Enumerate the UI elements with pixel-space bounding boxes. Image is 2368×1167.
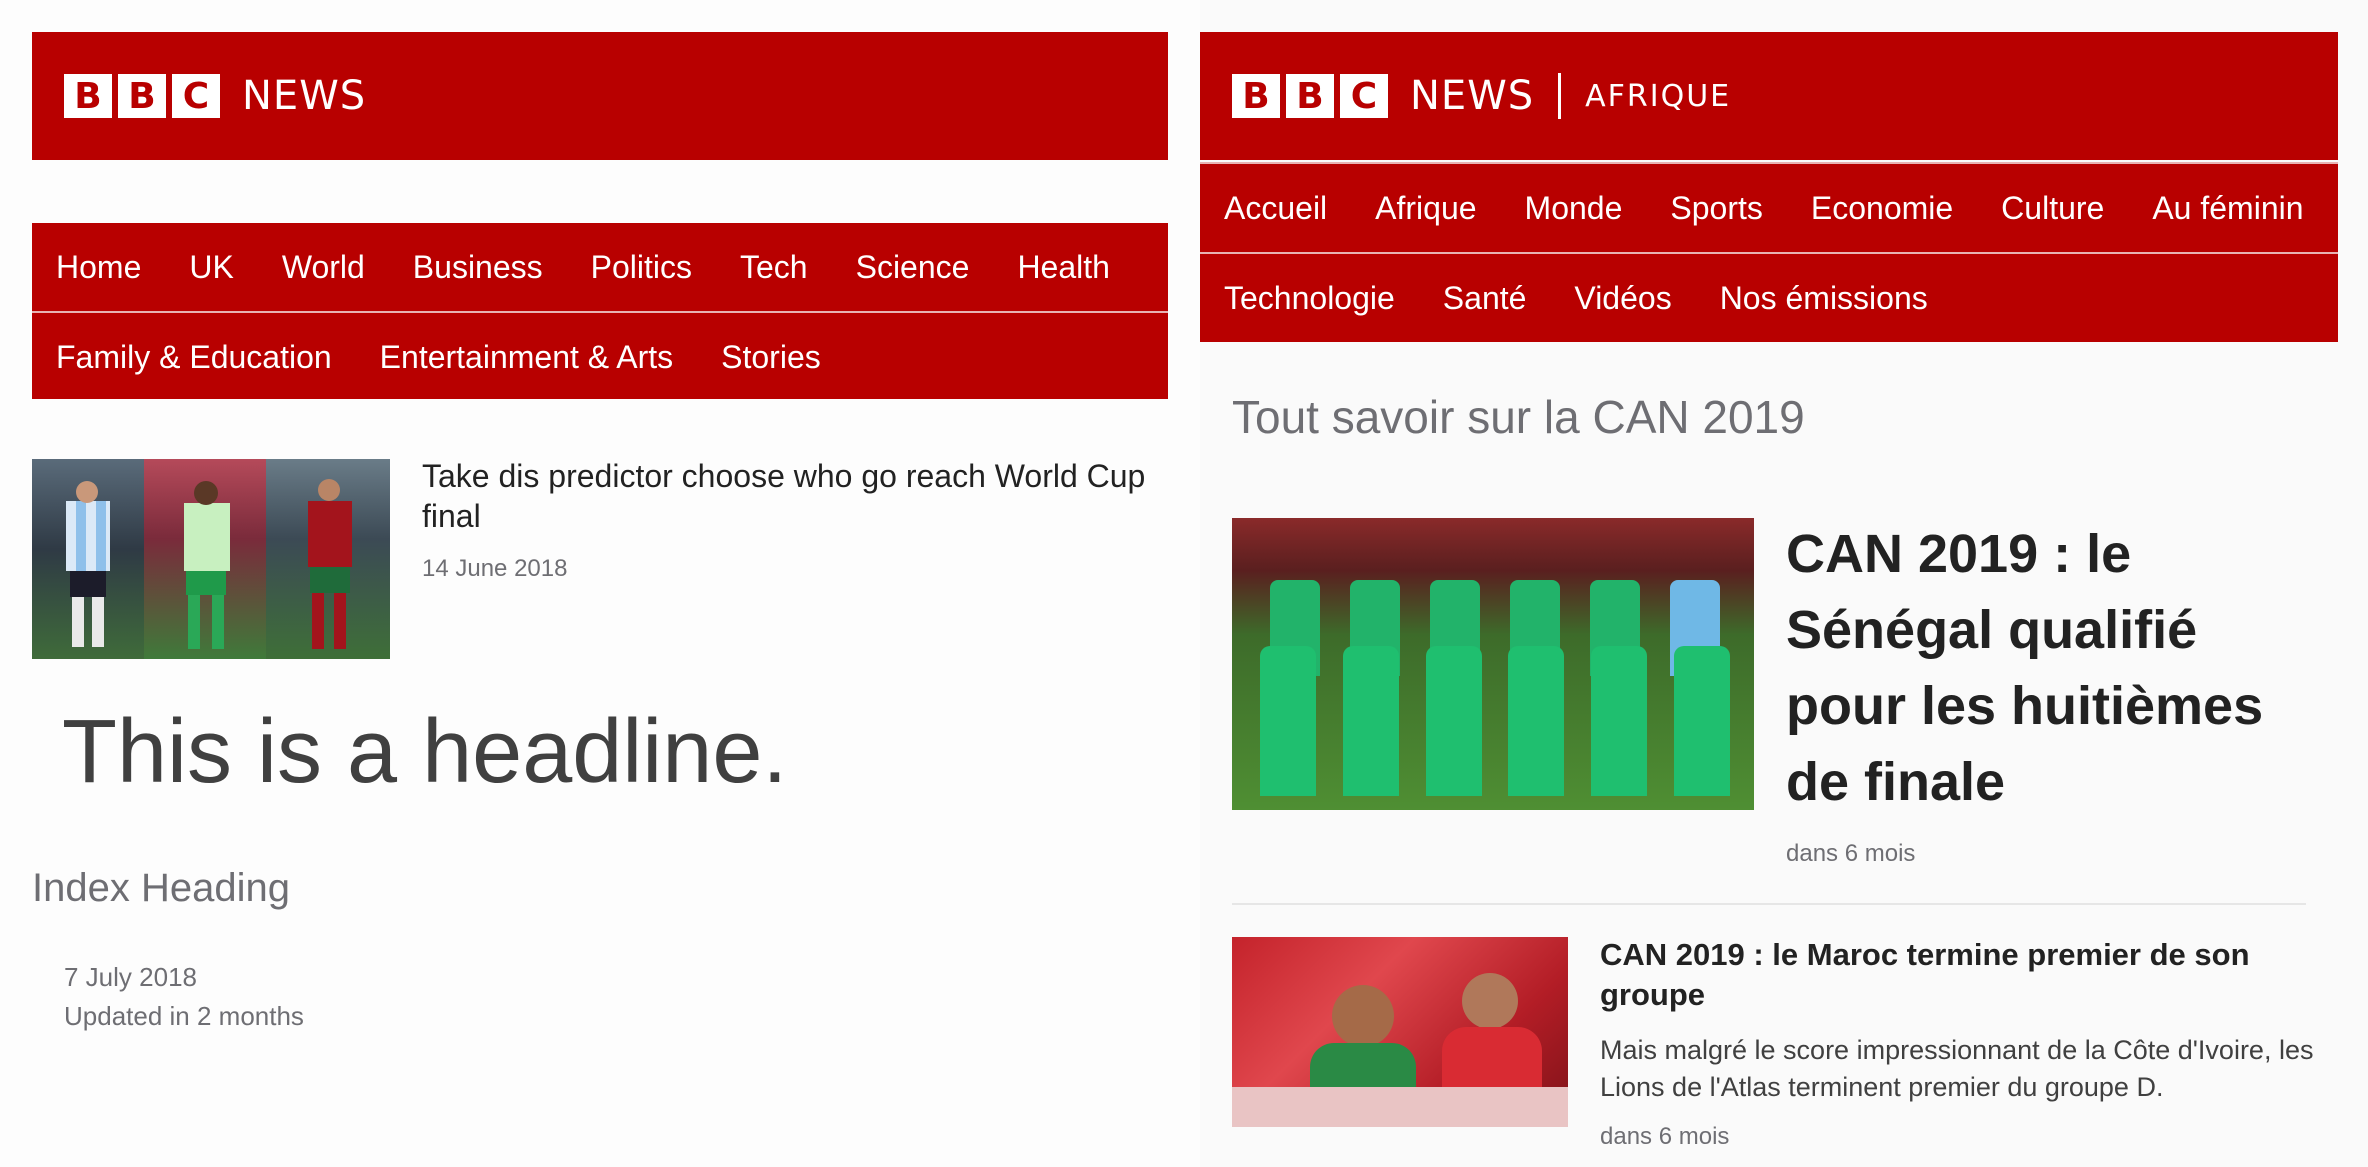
team-front-row — [1260, 646, 1730, 796]
story2-time: dans 6 mois — [1600, 1123, 1730, 1150]
news-wordmark: NEWS — [1410, 73, 1535, 119]
bbc-logo[interactable]: B B C NEWS AFRIQUE — [1232, 73, 1731, 119]
right-page: B B C NEWS AFRIQUE Accueil Afrique Monde… — [1200, 0, 2368, 1167]
top-story-image[interactable] — [1232, 518, 1754, 810]
masthead: B B C NEWS — [32, 32, 1168, 160]
service-name: AFRIQUE — [1585, 78, 1732, 114]
story2-summary: Mais malgré le score impressionnant de l… — [1600, 1035, 2314, 1102]
player-photo-portugal — [266, 459, 390, 659]
logo-letter: C — [1340, 74, 1388, 118]
nav-item-accueil[interactable]: Accueil — [1224, 190, 1327, 227]
player-photo-nigeria — [144, 459, 266, 659]
logo-letter: C — [172, 74, 220, 118]
nav-item-economie[interactable]: Economie — [1811, 190, 1953, 227]
nav-item-sante[interactable]: Santé — [1443, 280, 1527, 317]
nav-item-politics[interactable]: Politics — [591, 249, 692, 286]
nav-item-world[interactable]: World — [282, 249, 365, 286]
page-headline: This is a headline. — [62, 702, 788, 802]
nav-item-afrique[interactable]: Afrique — [1375, 190, 1476, 227]
top-story-headline[interactable]: CAN 2019 : le Sénégal qualifié pour les … — [1786, 516, 2326, 820]
logo-letter: B — [64, 74, 112, 118]
nav-item-tech[interactable]: Tech — [740, 249, 808, 286]
logo-letter: B — [1232, 74, 1280, 118]
nav-item-health[interactable]: Health — [1017, 249, 1110, 286]
nav-item-videos[interactable]: Vidéos — [1574, 280, 1671, 317]
main-navigation: Home UK World Business Politics Tech Sci… — [32, 223, 1168, 399]
nav-item-sports[interactable]: Sports — [1670, 190, 1762, 227]
logo-letter: B — [1286, 74, 1334, 118]
main-navigation: Accueil Afrique Monde Sports Economie Cu… — [1200, 162, 2338, 342]
top-story-time: dans 6 mois — [1786, 840, 1916, 867]
nav-item-home[interactable]: Home — [56, 249, 141, 286]
nav-item-monde[interactable]: Monde — [1525, 190, 1623, 227]
nav-item-business[interactable]: Business — [413, 249, 543, 286]
news-wordmark: NEWS — [242, 73, 367, 119]
section-heading: Tout savoir sur la CAN 2019 — [1232, 391, 1805, 443]
nav-item-stories[interactable]: Stories — [721, 339, 821, 376]
nav-item-nos-emissions[interactable]: Nos émissions — [1720, 280, 1928, 317]
nav-row: Technologie Santé Vidéos Nos émissions — [1200, 252, 2338, 342]
timestamp: 7 July 2018 — [64, 962, 197, 992]
left-page: B B C NEWS Home UK World Business Politi… — [0, 0, 1200, 1167]
story2-headline[interactable]: CAN 2019 : le Maroc termine premier de s… — [1600, 935, 2320, 1015]
updated-timestamp: Updated in 2 months — [64, 1001, 304, 1031]
player-photo-argentina — [32, 459, 144, 659]
masthead-divider — [1558, 73, 1562, 119]
story-divider — [1232, 903, 2306, 905]
promo-image[interactable] — [32, 459, 390, 659]
nav-item-science[interactable]: Science — [856, 249, 970, 286]
nav-item-culture[interactable]: Culture — [2001, 190, 2104, 227]
logo-letter: B — [118, 74, 166, 118]
nav-row: Home UK World Business Politics Tech Sci… — [32, 223, 1168, 311]
nav-item-technologie[interactable]: Technologie — [1224, 280, 1395, 317]
nav-item-uk[interactable]: UK — [189, 249, 233, 286]
nav-item-family-education[interactable]: Family & Education — [56, 339, 332, 376]
promo-headline[interactable]: Take dis predictor choose who go reach W… — [422, 456, 1170, 536]
nav-item-au-feminin[interactable]: Au féminin — [2152, 190, 2303, 227]
bbc-logo[interactable]: B B C NEWS — [64, 73, 366, 119]
promo-date: 14 June 2018 — [422, 555, 568, 582]
nav-item-entertainment-arts[interactable]: Entertainment & Arts — [380, 339, 673, 376]
nav-row: Family & Education Entertainment & Arts … — [32, 311, 1168, 401]
nav-row: Accueil Afrique Monde Sports Economie Cu… — [1200, 164, 2338, 252]
masthead: B B C NEWS AFRIQUE — [1200, 32, 2338, 160]
index-heading: Index Heading — [32, 866, 290, 910]
story2-image[interactable] — [1232, 937, 1568, 1127]
